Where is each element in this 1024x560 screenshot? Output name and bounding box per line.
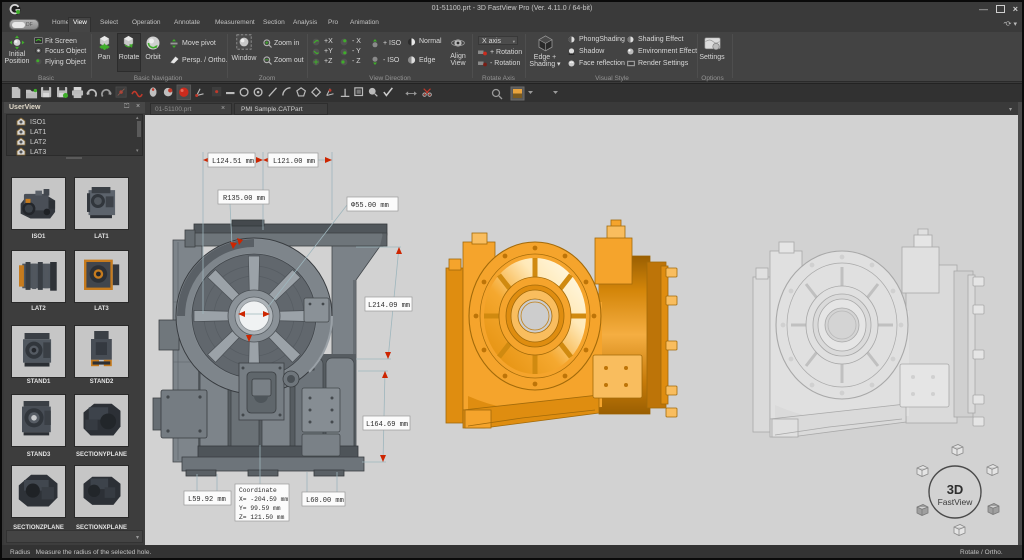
svg-text:LAT3: LAT3 xyxy=(30,149,46,156)
svg-text:Coordinate: Coordinate xyxy=(239,487,277,494)
svg-text:LAT2: LAT2 xyxy=(30,139,46,146)
svg-text:L164.69 mm: L164.69 mm xyxy=(366,421,408,429)
svg-text:3D: 3D xyxy=(947,482,964,497)
svg-text:FastView: FastView xyxy=(938,497,974,507)
svg-text:L121.00 mm: L121.00 mm xyxy=(273,158,315,166)
svg-text:X= -204.59 mm: X= -204.59 mm xyxy=(239,496,288,503)
svg-text:Z= 121.50 mm: Z= 121.50 mm xyxy=(239,514,285,521)
svg-text:L124.51 mm: L124.51 mm xyxy=(212,158,254,166)
svg-text:Y= 99.59 mm: Y= 99.59 mm xyxy=(239,505,281,512)
svg-text:L59.92 mm: L59.92 mm xyxy=(188,496,226,504)
svg-text:ISO1: ISO1 xyxy=(30,119,46,126)
svg-text:R135.00 mm: R135.00 mm xyxy=(223,195,265,203)
svg-text:LAT1: LAT1 xyxy=(30,129,46,136)
svg-text:L214.09 mm: L214.09 mm xyxy=(368,302,410,310)
svg-text:Φ55.00 mm: Φ55.00 mm xyxy=(351,202,389,210)
svg-text:L60.00 mm: L60.00 mm xyxy=(306,497,344,505)
